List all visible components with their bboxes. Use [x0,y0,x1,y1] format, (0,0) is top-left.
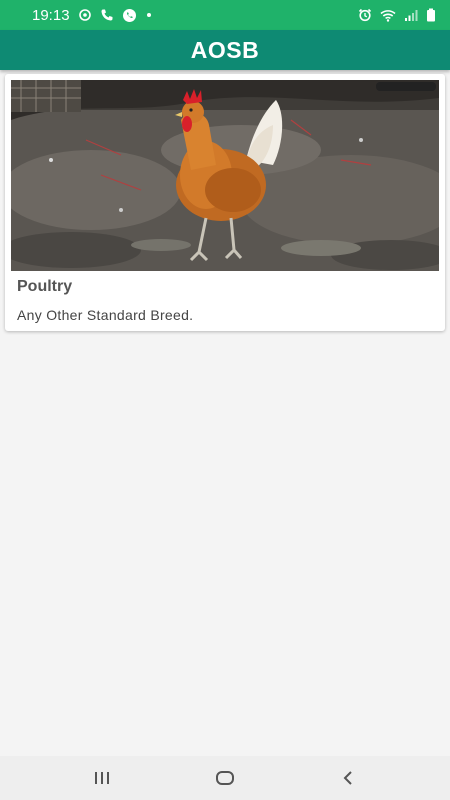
status-right [358,8,436,22]
whatsapp-icon [122,8,137,23]
breed-card[interactable]: Poultry Any Other Standard Breed. [5,74,445,331]
back-button[interactable] [328,758,368,798]
home-icon [215,770,235,786]
wifi-icon [380,9,396,22]
status-left: 19:13 [32,7,153,24]
app-bar: AOSB [0,30,450,70]
card-subtitle: Any Other Standard Breed. [17,307,194,323]
card-title: Poultry [17,278,73,295]
rooster-photo [11,80,439,271]
status-time: 19:13 [32,6,70,24]
home-button[interactable] [205,758,245,798]
phone-icon [100,8,114,22]
battery-icon [426,8,436,22]
sync-icon [78,8,92,22]
recent-apps-button[interactable] [82,758,122,798]
app-title: AOSB [190,36,260,63]
alarm-icon [358,8,372,22]
signal-icon [404,9,418,22]
back-icon [342,770,354,786]
system-nav-bar [0,756,450,800]
recent-apps-icon [93,771,111,785]
dot-icon [145,11,153,19]
status-bar: 19:13 [0,0,450,30]
